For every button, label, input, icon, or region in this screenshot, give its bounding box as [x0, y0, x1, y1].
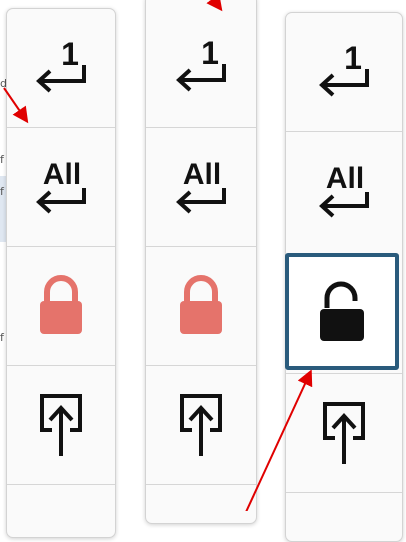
- annotation-arrow: [3, 87, 29, 124]
- annotation-arrows: [3, 0, 313, 511]
- annotation-arrow: [245, 369, 313, 511]
- annotation-arrow: [206, 0, 223, 12]
